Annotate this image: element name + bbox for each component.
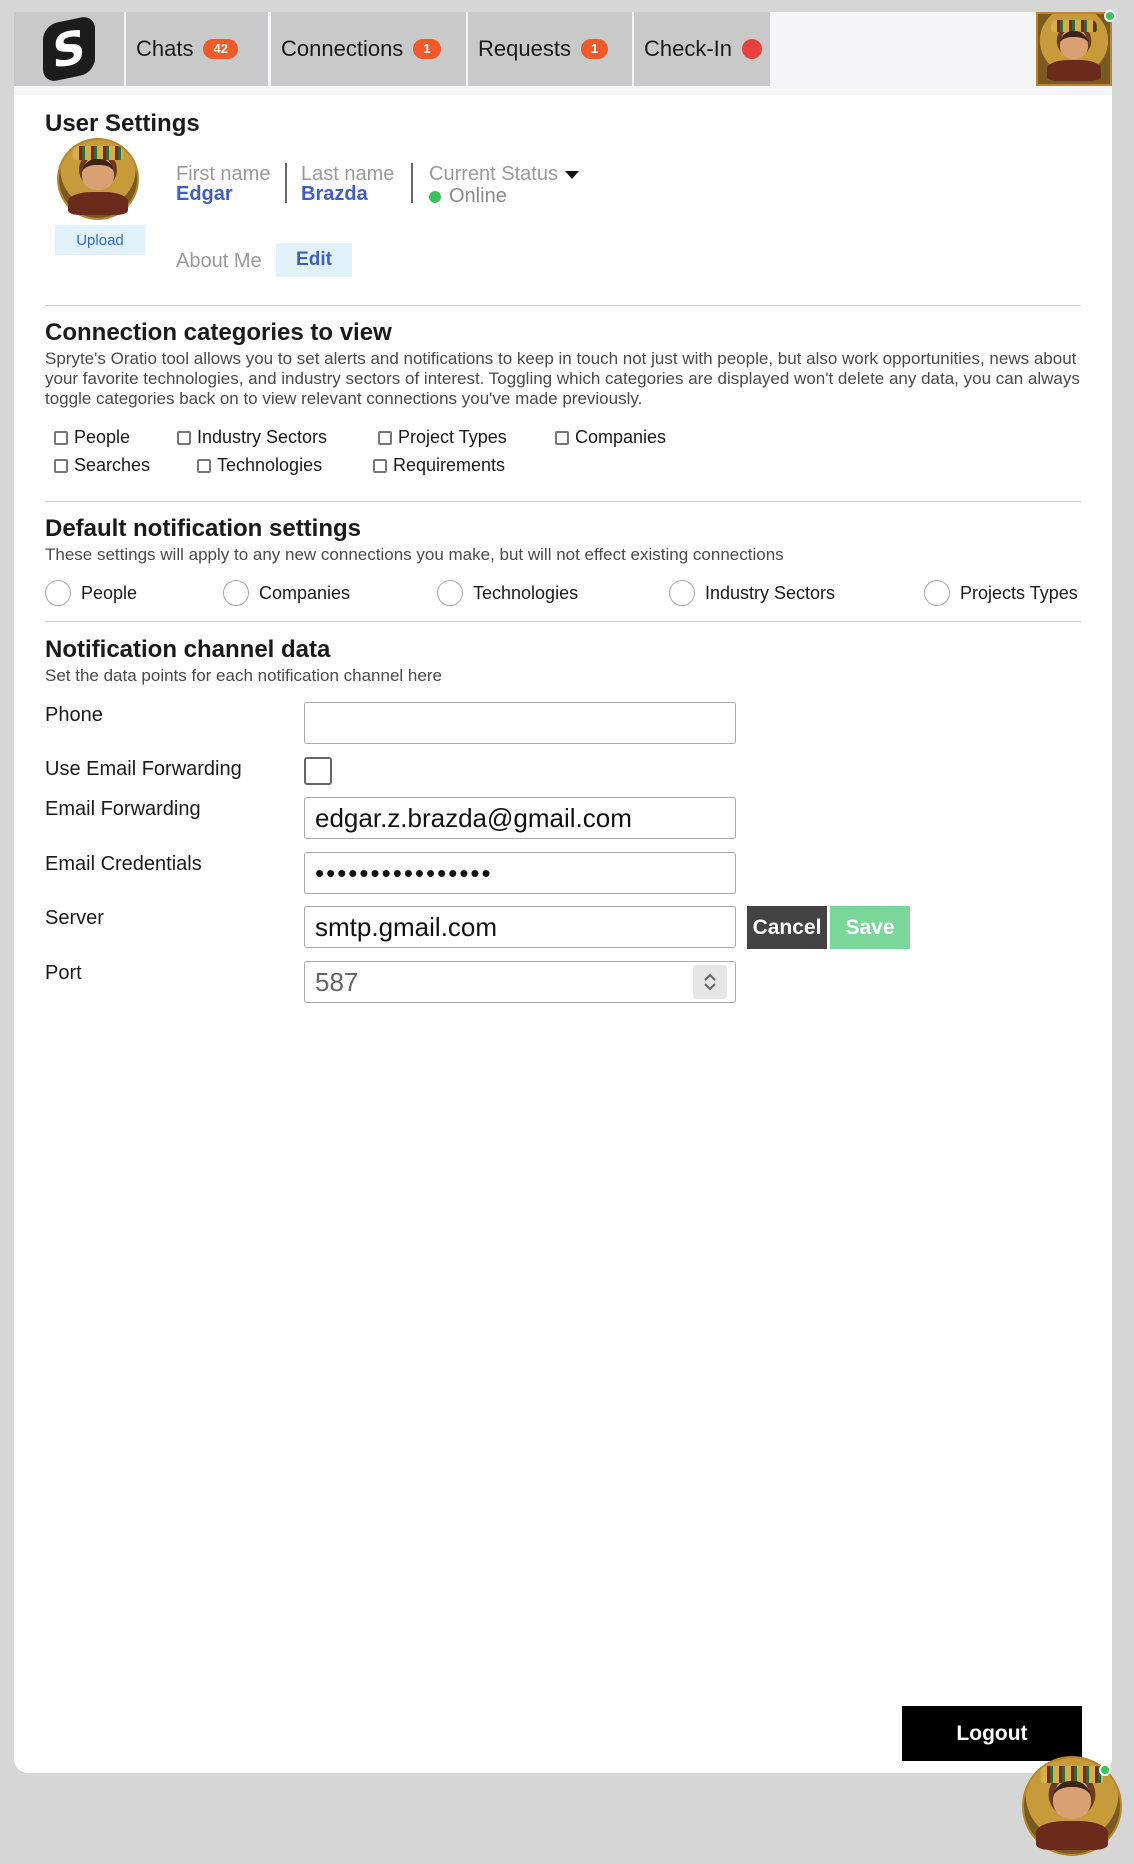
about-me-label: About Me	[176, 250, 262, 272]
category-companies[interactable]: Companies	[555, 427, 666, 448]
status-label: Current Status	[429, 163, 558, 185]
category-technologies[interactable]: Technologies	[197, 455, 322, 476]
profile-avatar	[57, 138, 139, 220]
category-label: Searches	[74, 455, 151, 475]
tab-chats[interactable]: Chats 42	[126, 12, 268, 86]
requests-count-badge: 1	[580, 39, 609, 59]
notify-industry-sectors[interactable]: Industry Sectors	[669, 580, 835, 606]
tab-check-in-label: Check-In	[644, 36, 733, 61]
port-stepper[interactable]	[693, 965, 727, 999]
status-text: Online	[449, 185, 507, 207]
checkbox[interactable]	[373, 458, 387, 473]
logo-letter: S	[43, 14, 95, 84]
server-input[interactable]: smtp.gmail.com	[304, 906, 736, 948]
categories-title: Connection categories to view	[45, 319, 392, 346]
category-people[interactable]: People	[54, 427, 130, 448]
use-forwarding-label: Use Email Forwarding	[45, 758, 242, 780]
edit-about-button[interactable]: Edit	[276, 243, 352, 277]
category-label: Project Types	[398, 427, 507, 447]
nav-user-avatar[interactable]	[1036, 12, 1112, 86]
divider	[45, 621, 1081, 622]
option-label: People	[81, 582, 138, 603]
channel-description: Set the data points for each notificatio…	[45, 666, 442, 685]
nav-online-icon	[1104, 10, 1116, 22]
first-name-value[interactable]: Edgar	[176, 183, 233, 206]
forwarding-input[interactable]: edgar.z.brazda@gmail.com	[304, 797, 736, 839]
option-label: Companies	[259, 582, 351, 603]
use-forwarding-checkbox[interactable]	[304, 757, 332, 785]
checkbox[interactable]	[378, 430, 392, 445]
port-input[interactable]: 587	[304, 961, 736, 1003]
floating-online-icon	[1099, 1764, 1111, 1776]
chats-count-badge: 42	[203, 39, 238, 59]
divider	[45, 305, 1081, 306]
tab-connections[interactable]: Connections 1	[271, 12, 466, 86]
port-label: Port	[45, 962, 82, 984]
port-value: 587	[315, 966, 359, 997]
category-requirements[interactable]: Requirements	[373, 455, 505, 476]
radio[interactable]	[669, 580, 695, 606]
notify-projects-types[interactable]: Projects Types	[924, 580, 1078, 606]
name-divider	[285, 163, 287, 203]
tab-requests[interactable]: Requests 1	[468, 12, 632, 86]
credentials-label: Email Credentials	[45, 853, 202, 875]
category-industry-sectors[interactable]: Industry Sectors	[177, 427, 327, 448]
radio[interactable]	[223, 580, 249, 606]
channel-title: Notification channel data	[45, 636, 331, 663]
phone-input[interactable]	[304, 702, 736, 744]
chevron-down-icon[interactable]	[703, 982, 717, 992]
category-label: Industry Sectors	[197, 427, 328, 447]
top-nav: S Chats 42 Connections 1 Requests 1 Chec…	[14, 10, 1116, 95]
category-label: Companies	[575, 427, 667, 447]
status-divider	[411, 163, 413, 203]
checkbox[interactable]	[54, 430, 68, 445]
option-label: Projects Types	[960, 582, 1078, 603]
notifications-description: These settings will apply to any new con…	[45, 545, 784, 564]
category-label: Technologies	[217, 455, 323, 475]
check-in-indicator-icon	[742, 39, 763, 59]
checkbox[interactable]	[177, 430, 191, 445]
radio[interactable]	[45, 580, 71, 606]
notify-technologies[interactable]: Technologies	[437, 580, 578, 606]
caret-down-icon	[564, 170, 579, 179]
spryte-logo[interactable]: S	[14, 12, 124, 86]
credentials-input[interactable]: ••••••••••••••••	[304, 852, 736, 894]
connections-count-badge: 1	[413, 39, 441, 59]
radio[interactable]	[924, 580, 950, 606]
server-label: Server	[45, 907, 104, 929]
chevron-up-icon[interactable]	[703, 972, 717, 982]
tab-requests-label: Requests	[478, 36, 571, 61]
last-name-value[interactable]: Brazda	[301, 183, 368, 206]
logout-button[interactable]: Logout	[902, 1706, 1082, 1761]
option-label: Technologies	[473, 582, 579, 603]
categories-description: Spryte's Oratio tool allows you to set a…	[45, 349, 1080, 408]
category-project-types[interactable]: Project Types	[378, 427, 507, 448]
notifications-title: Default notification settings	[45, 515, 362, 542]
tab-connections-label: Connections	[281, 36, 404, 61]
tab-check-in[interactable]: Check-In	[634, 12, 770, 86]
save-button[interactable]: Save	[830, 906, 910, 949]
cancel-button[interactable]: Cancel	[747, 906, 827, 949]
status-value: Online	[429, 185, 507, 208]
checkbox[interactable]	[197, 458, 211, 473]
checkbox[interactable]	[54, 458, 68, 473]
category-searches[interactable]: Searches	[54, 455, 150, 476]
notify-companies[interactable]: Companies	[223, 580, 350, 606]
user-settings-title: User Settings	[45, 110, 200, 137]
online-status-icon	[429, 190, 441, 203]
tab-chats-label: Chats	[136, 36, 194, 61]
status-dropdown[interactable]: Current Status	[429, 163, 580, 186]
phone-label: Phone	[45, 704, 103, 726]
divider	[45, 501, 1081, 502]
category-label: People	[74, 427, 131, 447]
checkbox[interactable]	[555, 430, 569, 445]
option-label: Industry Sectors	[705, 582, 836, 603]
category-label: Requirements	[393, 455, 506, 475]
notify-people[interactable]: People	[45, 580, 137, 606]
radio[interactable]	[437, 580, 463, 606]
upload-button[interactable]: Upload	[55, 225, 145, 255]
forwarding-label: Email Forwarding	[45, 798, 201, 820]
